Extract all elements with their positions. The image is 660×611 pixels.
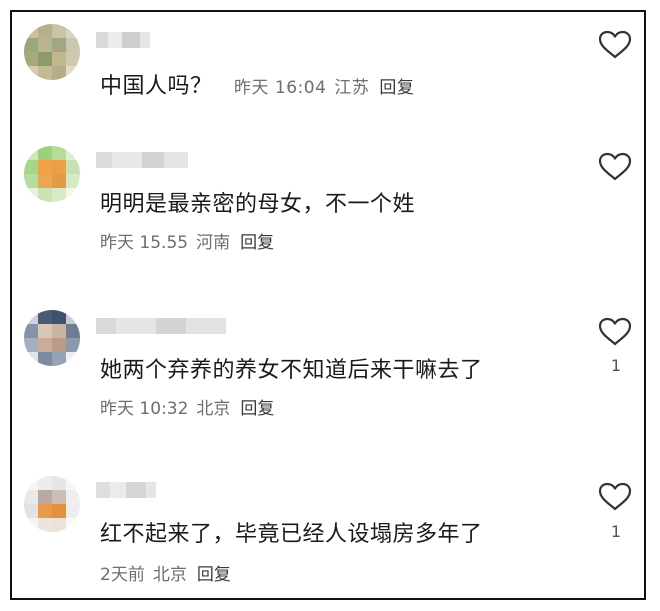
- comment-time: 昨天 15.55: [100, 233, 189, 253]
- comment-meta: 2天前 北京 回复: [100, 560, 231, 585]
- comment-text: 中国人吗？ 昨天 16:04 江苏 回复: [100, 68, 414, 100]
- heart-outline-icon[interactable]: [598, 30, 632, 60]
- comment-text-content: 中国人吗？: [100, 74, 213, 99]
- avatar[interactable]: [24, 24, 80, 80]
- comment-location: 河南: [196, 233, 231, 253]
- avatar[interactable]: [24, 310, 80, 366]
- like-count: 1: [610, 522, 622, 541]
- comment-location: 北京: [196, 399, 231, 419]
- username-blurred[interactable]: [96, 32, 150, 48]
- comment-time: 2天前: [100, 565, 145, 585]
- comment-meta: 昨天 15.55 河南 回复: [100, 228, 274, 253]
- comment-text: 明明是最亲密的母女，不一个姓: [100, 192, 416, 217]
- reply-button[interactable]: 回复: [379, 78, 414, 98]
- comment-location: 北京: [152, 565, 187, 585]
- like-count: 1: [610, 356, 622, 375]
- comment-text: 红不起来了，毕竟已经人设塌房多年了: [100, 522, 483, 547]
- reply-button[interactable]: 回复: [240, 399, 274, 419]
- avatar[interactable]: [24, 476, 80, 532]
- comment-meta: 昨天 10:32 北京 回复: [100, 394, 274, 419]
- comment-meta: 昨天 16:04 江苏 回复: [234, 78, 414, 98]
- comment-list: 中国人吗？ 昨天 16:04 江苏 回复 明明是最亲密的母女，不一个姓 昨天 15.…: [10, 10, 646, 600]
- comment-location: 江苏: [334, 78, 370, 98]
- heart-outline-icon[interactable]: [598, 317, 632, 347]
- heart-outline-icon[interactable]: [598, 482, 632, 512]
- username-blurred[interactable]: [96, 152, 188, 168]
- comment-text: 她两个弃养的养女不知道后来干嘛去了: [100, 358, 483, 383]
- comment-time: 昨天 16:04: [234, 78, 327, 98]
- reply-button[interactable]: 回复: [197, 565, 231, 585]
- username-blurred[interactable]: [96, 482, 156, 498]
- avatar[interactable]: [24, 146, 80, 202]
- comment-time: 昨天 10:32: [100, 399, 189, 419]
- reply-button[interactable]: 回复: [240, 233, 274, 253]
- username-blurred[interactable]: [96, 318, 226, 334]
- heart-outline-icon[interactable]: [598, 152, 632, 182]
